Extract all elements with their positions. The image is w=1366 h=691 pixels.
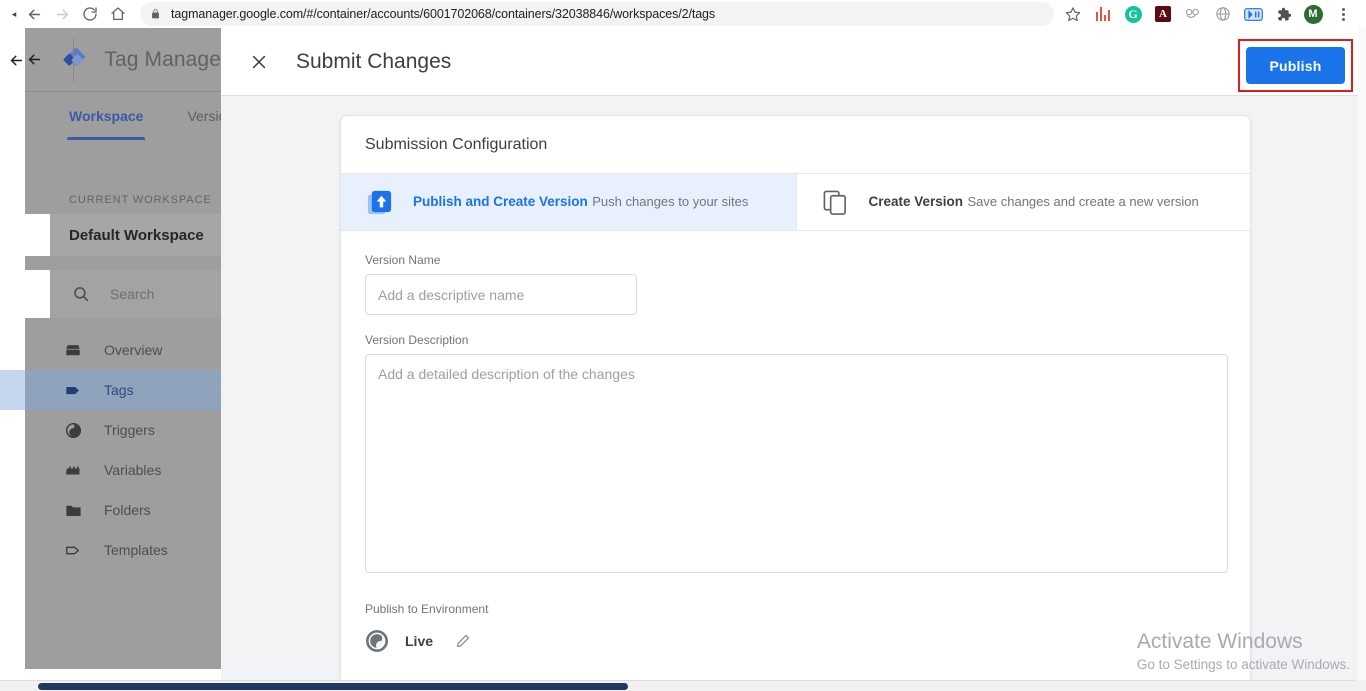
overview-icon (61, 341, 85, 359)
close-icon[interactable] (239, 42, 279, 82)
submission-options: Publish and Create Version Push changes … (341, 173, 1250, 231)
publish-button[interactable]: Publish (1246, 47, 1345, 84)
workspace-left-notch (25, 214, 50, 256)
search-icon (72, 285, 90, 303)
tab-workspace[interactable]: Workspace (66, 92, 146, 140)
application-viewport: Tag Manage Workspace Versions CURRENT WO… (0, 28, 1366, 691)
acrobat-glyph: A (1155, 6, 1171, 22)
globe-extension-icon[interactable] (1208, 1, 1238, 27)
panel-header: Submit Changes Publish (221, 28, 1366, 96)
tab-overflow-caret-icon[interactable]: ◂ (8, 0, 20, 28)
option-create-version-heading: Create Version (868, 194, 964, 209)
adobe-acrobat-extension-icon[interactable]: A (1148, 1, 1178, 27)
submission-form: Version Name Version Description Publish… (341, 231, 1250, 653)
globe-icon (365, 629, 389, 653)
sidebar-item-tags[interactable]: Tags (0, 370, 221, 410)
page-title: Submit Changes (296, 49, 452, 73)
tag-filled-icon (61, 381, 85, 400)
sidebar-search[interactable]: Search (25, 270, 250, 318)
sidebar-item-templates[interactable]: Templates (25, 530, 221, 570)
tab-workspace-label: Workspace (69, 108, 144, 124)
pencil-icon[interactable] (455, 633, 471, 649)
search-left-notch (25, 270, 50, 318)
sidebar-item-triggers-label: Triggers (104, 422, 155, 438)
link-chain-extension-icon[interactable] (1178, 1, 1208, 27)
option-create-version[interactable]: Create Version Save changes and create a… (795, 174, 1251, 230)
workspace-name: Default Workspace (69, 226, 204, 244)
submit-changes-panel: Submit Changes Publish Submission Config… (221, 28, 1366, 691)
variables-icon (61, 461, 85, 480)
option-create-version-subtext: Save changes and create a new version (967, 194, 1199, 209)
back-button[interactable] (20, 0, 48, 28)
header-divider (73, 38, 74, 82)
sidebar-nav: Overview Tags Triggers Variables Folders… (0, 330, 221, 570)
version-description-label: Version Description (365, 333, 469, 347)
puzzle-extensions-icon[interactable] (1268, 1, 1298, 27)
sidebar-item-folders[interactable]: Folders (25, 490, 221, 530)
horizontal-scrollbar-thumb[interactable] (38, 683, 628, 690)
home-button[interactable] (104, 0, 132, 28)
workspace-selector[interactable]: Default Workspace › (25, 214, 250, 256)
page-back-arrow-icon[interactable] (8, 52, 25, 69)
app-back-arrow-icon[interactable] (25, 28, 44, 92)
vertical-scrollbar[interactable] (1358, 28, 1366, 680)
avatar-initial: M (1303, 4, 1323, 24)
sidebar: CURRENT WORKSPACE Default Workspace › Se… (0, 140, 250, 669)
sidebar-item-tags-label: Tags (104, 382, 134, 398)
bar-chart-extension-icon[interactable] (1088, 1, 1118, 27)
version-name-label: Version Name (365, 253, 441, 267)
sidebar-item-variables[interactable]: Variables (25, 450, 221, 490)
product-title: Tag Manage (104, 47, 221, 71)
sidebar-item-variables-label: Variables (104, 462, 162, 478)
grammarly-extension-icon[interactable]: G (1118, 1, 1148, 27)
reload-button[interactable] (76, 0, 104, 28)
sidebar-item-triggers[interactable]: Triggers (25, 410, 221, 450)
bookmark-star-icon[interactable] (1060, 2, 1086, 26)
blue-tag-extension-icon[interactable] (1238, 1, 1268, 27)
sidebar-item-overview-label: Overview (104, 342, 163, 358)
publish-upload-icon (365, 189, 395, 216)
app-header: Tag Manage (25, 28, 221, 92)
lock-icon (150, 8, 161, 20)
current-workspace-label: CURRENT WORKSPACE (69, 194, 212, 206)
url-text: tagmanager.google.com/#/container/accoun… (171, 7, 716, 21)
publish-button-highlight: Publish (1238, 39, 1353, 92)
sidebar-item-folders-label: Folders (104, 502, 151, 518)
option-publish-heading: Publish and Create Version (413, 194, 588, 209)
chrome-menu-icon[interactable] (1328, 1, 1358, 27)
card-title: Submission Configuration (365, 135, 548, 153)
publish-to-environment-label: Publish to Environment (365, 602, 489, 616)
grammarly-glyph: G (1124, 5, 1142, 23)
forward-button[interactable] (48, 0, 76, 28)
folder-icon (61, 501, 85, 520)
extension-icons: G A (1088, 1, 1298, 27)
option-publish-and-create-version[interactable]: Publish and Create Version Push changes … (341, 174, 796, 230)
horizontal-scrollbar[interactable] (0, 680, 1366, 691)
sidebar-item-templates-label: Templates (104, 542, 168, 558)
address-bar[interactable]: tagmanager.google.com/#/container/accoun… (140, 2, 1054, 26)
profile-avatar[interactable]: M (1298, 1, 1328, 27)
trigger-icon (61, 421, 85, 440)
copy-version-icon (821, 189, 851, 216)
environment-name: Live (405, 633, 434, 649)
browser-toolbar: ◂ tagmanager.google.com/#/container/acco… (0, 0, 1366, 28)
template-tag-icon (61, 541, 85, 560)
dimmed-background-app: Tag Manage Workspace Versions CURRENT WO… (0, 28, 250, 669)
app-tab-strip: Workspace Versions (25, 92, 241, 140)
option-publish-subtext: Push changes to your sites (592, 194, 749, 209)
version-description-input[interactable] (365, 354, 1228, 573)
version-name-input[interactable] (365, 274, 637, 315)
search-placeholder-text: Search (110, 286, 155, 302)
scrollbar-corner (1355, 680, 1366, 691)
environment-row: Live (365, 629, 1226, 653)
sidebar-item-overview[interactable]: Overview (25, 330, 221, 370)
submission-configuration-card: Submission Configuration Publish and Cre… (340, 115, 1251, 691)
